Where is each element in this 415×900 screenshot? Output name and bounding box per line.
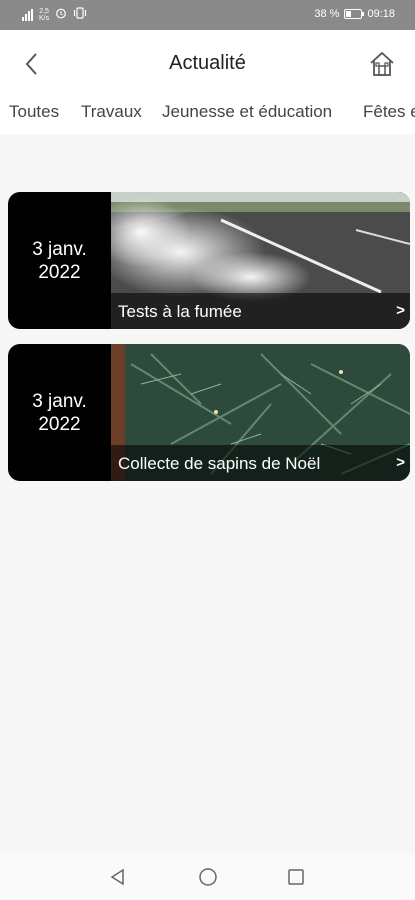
home-circle-icon[interactable] [198, 867, 218, 887]
network-speed: 2,5 K/s [39, 7, 50, 22]
home-icon[interactable] [367, 49, 397, 79]
news-card[interactable]: 3 janv. 2022 Collecte de sapins de Noël > [8, 344, 410, 481]
system-nav-bar [0, 854, 415, 900]
tab-toutes[interactable]: Toutes [9, 102, 59, 122]
tab-fetes[interactable]: Fêtes e [363, 102, 415, 122]
category-tabs: Toutes Travaux Jeunesse et éducation Fêt… [0, 98, 415, 134]
news-caption: Tests à la fumée > [111, 293, 410, 329]
clock: 09:18 [367, 8, 395, 20]
recents-square-icon[interactable] [286, 867, 306, 887]
tab-jeunesse-education[interactable]: Jeunesse et éducation [162, 102, 332, 122]
back-triangle-icon[interactable] [108, 867, 128, 887]
news-date: 3 janv. 2022 [32, 390, 87, 435]
chevron-right-icon: > [396, 454, 405, 471]
app-header: Actualité [0, 30, 415, 98]
tab-travaux[interactable]: Travaux [81, 102, 142, 122]
news-card[interactable]: 3 janv. 2022 Tests à la fumée > [8, 192, 410, 329]
news-caption: Collecte de sapins de Noël > [111, 445, 410, 481]
signal-icon [22, 8, 33, 21]
news-title: Tests à la fumée [118, 302, 242, 321]
chevron-right-icon: > [396, 302, 405, 319]
status-bar: 2,5 K/s 38 % 09:18 [0, 0, 415, 30]
battery-percent: 38 % [314, 8, 340, 20]
news-date: 3 janv. 2022 [32, 238, 87, 283]
vibrate-icon [73, 7, 87, 22]
alarm-icon [55, 7, 67, 22]
battery-icon [344, 9, 365, 19]
page-title: Actualité [169, 52, 246, 74]
news-title: Collecte de sapins de Noël [118, 454, 321, 473]
